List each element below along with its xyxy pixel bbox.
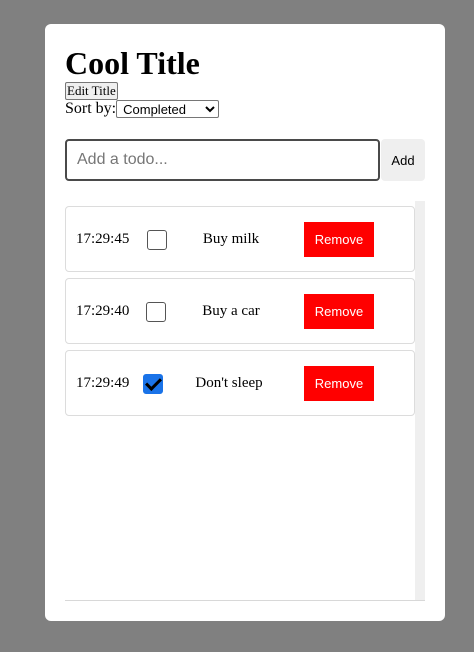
remove-button[interactable]: Remove bbox=[304, 366, 374, 401]
todo-text: Don't sleep bbox=[195, 375, 263, 391]
add-button[interactable]: Add bbox=[381, 139, 425, 181]
todo-checkbox[interactable] bbox=[146, 302, 166, 322]
todo-input[interactable] bbox=[65, 139, 380, 181]
scrollbar[interactable] bbox=[415, 201, 425, 600]
todo-time: 17:29:45 bbox=[76, 231, 130, 247]
remove-button[interactable]: Remove bbox=[304, 222, 374, 257]
edit-title-button[interactable]: Edit Title bbox=[65, 82, 118, 100]
list-item: 17:29:49 Don't sleep Remove bbox=[65, 350, 415, 416]
list-item: 17:29:45 Buy milk Remove bbox=[65, 206, 415, 272]
todo-time: 17:29:40 bbox=[76, 303, 130, 319]
sort-label: Sort by: bbox=[65, 100, 117, 117]
todo-time: 17:29:49 bbox=[76, 375, 130, 391]
todo-checkbox[interactable] bbox=[147, 230, 167, 250]
todo-list: 17:29:45 Buy milk Remove 17:29:40 Buy a … bbox=[65, 201, 425, 601]
sort-row: Sort by: Completed bbox=[65, 100, 220, 118]
remove-button[interactable]: Remove bbox=[304, 294, 374, 329]
todo-text: Buy milk bbox=[202, 231, 260, 247]
todo-card: Cool Title Edit Title Sort by: Completed… bbox=[45, 24, 445, 621]
page-title: Cool Title bbox=[65, 45, 200, 81]
list-item: 17:29:40 Buy a car Remove bbox=[65, 278, 415, 344]
todo-checkbox-checked[interactable] bbox=[143, 374, 163, 394]
todo-text: Buy a car bbox=[202, 303, 260, 319]
sort-select[interactable]: Completed bbox=[116, 100, 220, 118]
